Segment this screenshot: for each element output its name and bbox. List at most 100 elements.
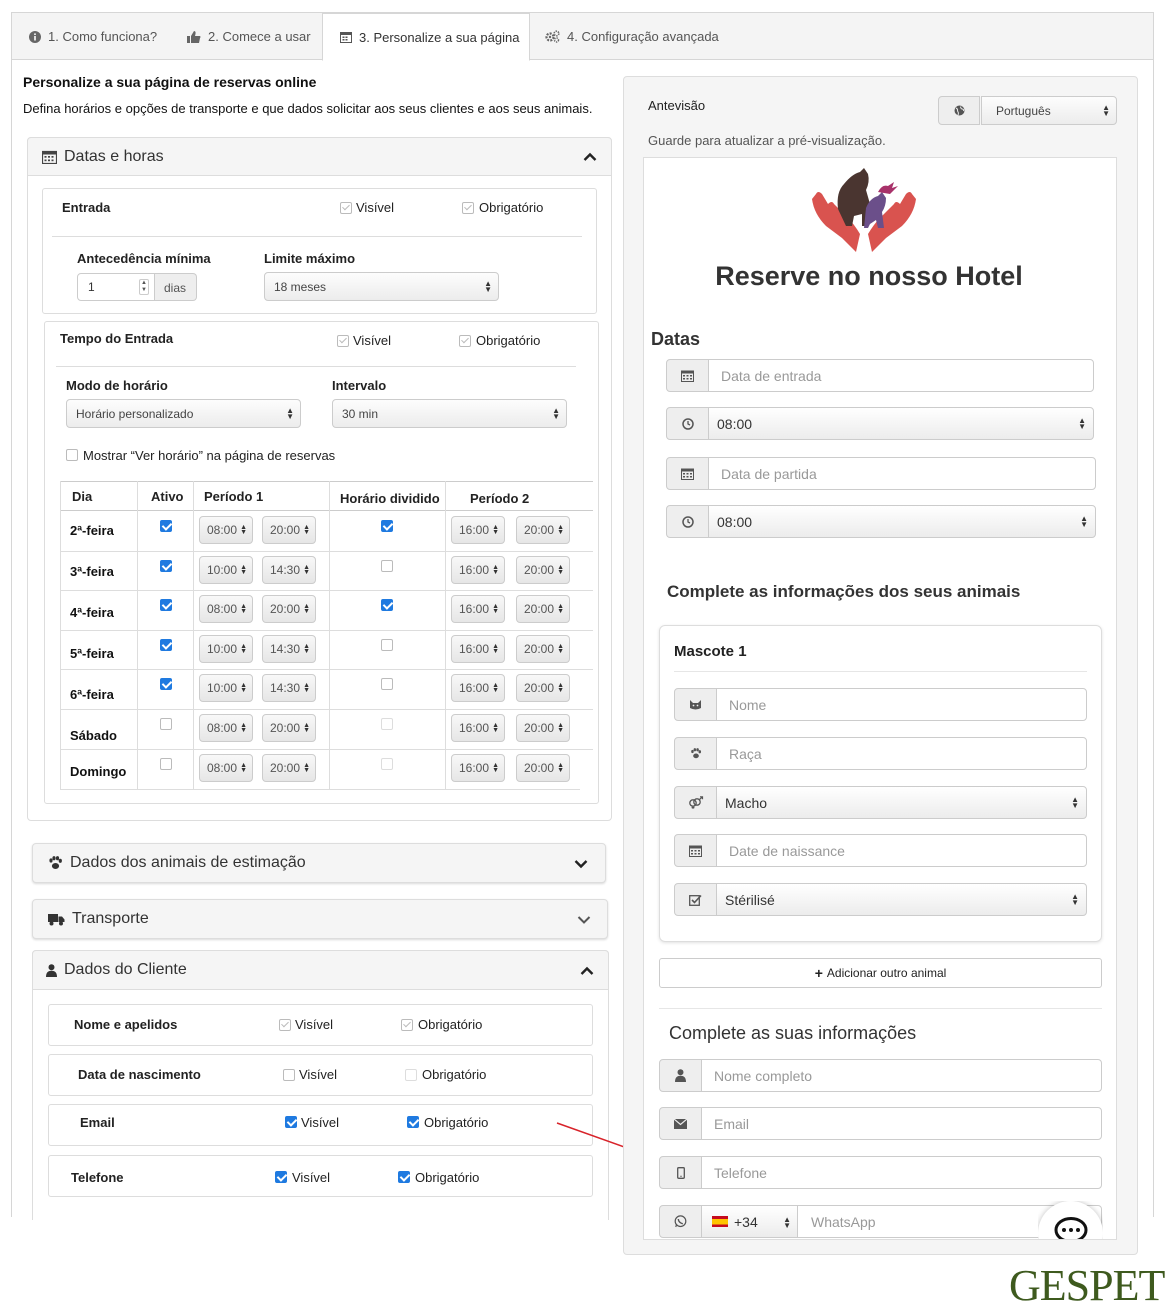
- tab-customize-page[interactable]: 3. Personalize a sua página: [322, 13, 530, 61]
- day-split-checkbox[interactable]: [381, 758, 393, 770]
- show-hours-checkbox[interactable]: [66, 449, 78, 461]
- day-active-checkbox[interactable]: [160, 520, 172, 532]
- client-field-visible-checkbox[interactable]: [279, 1019, 291, 1031]
- time-select-p2-end[interactable]: 20:00 ▲ ▼: [516, 556, 570, 584]
- gender-icon: [688, 796, 703, 809]
- tab-advanced-settings[interactable]: 4. Configuração avançada: [528, 13, 748, 60]
- email-input[interactable]: Email: [701, 1107, 1102, 1140]
- day-active-checkbox[interactable]: [160, 639, 172, 651]
- time-select-p2-start[interactable]: 16:00 ▲ ▼: [451, 674, 505, 702]
- time-select-p2-start[interactable]: 16:00 ▲ ▼: [451, 556, 505, 584]
- checkin-time-select[interactable]: 08:00 ▲ ▼: [708, 407, 1094, 440]
- pet-name-input[interactable]: Nome: [716, 688, 1087, 721]
- tab-how-it-works[interactable]: 1. Como funciona?: [12, 13, 164, 60]
- language-select[interactable]: Português ▲ ▼: [981, 96, 1117, 125]
- interval-select[interactable]: 30 min ▲ ▼: [332, 399, 567, 428]
- max-limit-select[interactable]: 18 meses ▲ ▼: [264, 272, 499, 301]
- time-select-p1-end[interactable]: 20:00 ▲ ▼: [262, 516, 316, 544]
- time-select-p1-start[interactable]: 08:00 ▲ ▼: [199, 595, 253, 623]
- time-select-p1-end[interactable]: 20:00 ▲ ▼: [262, 595, 316, 623]
- time-select-p1-start[interactable]: 10:00 ▲ ▼: [199, 556, 253, 584]
- time-select-p2-start[interactable]: 16:00 ▲ ▼: [451, 635, 505, 663]
- pet-sterilized-select[interactable]: Stérilisé ▲ ▼: [716, 883, 1087, 916]
- client-panel-header[interactable]: Dados do Cliente: [32, 950, 609, 990]
- time-select-p2-start[interactable]: 16:00 ▲ ▼: [451, 714, 505, 742]
- client-field-visible-checkbox[interactable]: [275, 1171, 287, 1183]
- pets-panel-header[interactable]: Dados dos animais de estimação: [32, 843, 606, 883]
- time-select-p1-end[interactable]: 14:30 ▲ ▼: [262, 635, 316, 663]
- time-required-checkbox[interactable]: [459, 335, 471, 347]
- time-select-p1-end[interactable]: 14:30 ▲ ▼: [262, 556, 316, 584]
- client-field-required-checkbox[interactable]: [405, 1069, 417, 1081]
- pet-breed-input[interactable]: Raça: [716, 737, 1087, 770]
- email-addon: [659, 1107, 702, 1140]
- time-select-p2-start[interactable]: 16:00 ▲ ▼: [451, 516, 505, 544]
- time-select-p1-end[interactable]: 20:00 ▲ ▼: [262, 754, 316, 782]
- time-select-p2-start[interactable]: 16:00 ▲ ▼: [451, 595, 505, 623]
- time-select-p2-end[interactable]: 20:00 ▲ ▼: [516, 754, 570, 782]
- client-field-visible-checkbox[interactable]: [285, 1116, 297, 1128]
- day-split-checkbox[interactable]: [381, 678, 393, 690]
- time-select-p1-start[interactable]: 08:00 ▲ ▼: [199, 714, 253, 742]
- time-select-p2-start[interactable]: 16:00 ▲ ▼: [451, 754, 505, 782]
- tab-get-started[interactable]: 2. Comece a usar: [170, 13, 322, 60]
- pet-birth-input[interactable]: Date de naissance: [716, 834, 1087, 867]
- client-field-required-checkbox[interactable]: [407, 1116, 419, 1128]
- col-line: [193, 481, 194, 789]
- chevron-up-icon[interactable]: [583, 152, 597, 161]
- time-select-p2-end[interactable]: 20:00 ▲ ▼: [516, 516, 570, 544]
- row-border: [60, 630, 593, 631]
- envelope-icon: [674, 1118, 687, 1129]
- day-active-checkbox[interactable]: [160, 678, 172, 690]
- time-select-p2-end[interactable]: 20:00 ▲ ▼: [516, 595, 570, 623]
- client-field-visible-checkbox[interactable]: [283, 1069, 295, 1081]
- row-border: [60, 709, 593, 710]
- client-field-required-checkbox[interactable]: [401, 1019, 413, 1031]
- stepper-arrows[interactable]: ▲ ▼: [139, 279, 149, 295]
- dial-code-select[interactable]: +34 ▲ ▼: [701, 1205, 798, 1238]
- mode-select[interactable]: Horário personalizado ▲ ▼: [66, 399, 301, 428]
- chevron-up-icon[interactable]: [580, 966, 594, 975]
- time-select-p2-end[interactable]: 20:00 ▲ ▼: [516, 674, 570, 702]
- show-hours-label: Mostrar “Ver horário” na página de reser…: [83, 448, 336, 463]
- day-split-checkbox[interactable]: [381, 639, 393, 651]
- time-select-p1-end[interactable]: 14:30 ▲ ▼: [262, 674, 316, 702]
- client-field-required-checkbox[interactable]: [398, 1171, 410, 1183]
- day-split-checkbox[interactable]: [381, 560, 393, 572]
- table-header-border: [60, 510, 593, 511]
- max-limit-label: Limite máximo: [264, 251, 356, 266]
- phone-input[interactable]: Telefone: [701, 1156, 1102, 1189]
- day-active-checkbox[interactable]: [160, 560, 172, 572]
- time-select-p1-end[interactable]: 20:00 ▲ ▼: [262, 714, 316, 742]
- day-active-checkbox[interactable]: [160, 599, 172, 611]
- chat-icon: [1054, 1217, 1088, 1239]
- chevron-down-icon[interactable]: [574, 860, 588, 869]
- day-active-checkbox[interactable]: [160, 758, 172, 770]
- add-animal-button[interactable]: + Adicionar outro animal: [659, 958, 1102, 988]
- header-period-1: Período 1: [204, 489, 264, 504]
- transport-panel-header[interactable]: Transporte: [32, 899, 608, 939]
- entrada-required-checkbox[interactable]: [462, 202, 474, 214]
- time-select-p1-start[interactable]: 10:00 ▲ ▼: [199, 635, 253, 663]
- time-visible-checkbox[interactable]: [337, 335, 349, 347]
- entrada-visible-checkbox[interactable]: [340, 202, 352, 214]
- time-select-p2-end[interactable]: 20:00 ▲ ▼: [516, 714, 570, 742]
- fullname-input[interactable]: Nome completo: [701, 1059, 1102, 1092]
- time-select-p1-start[interactable]: 08:00 ▲ ▼: [199, 516, 253, 544]
- calendar-icon: [340, 32, 352, 43]
- checkout-time-select[interactable]: 08:00 ▲ ▼: [708, 505, 1096, 538]
- min-advance-input[interactable]: 1 ▲ ▼: [77, 273, 155, 301]
- day-split-checkbox[interactable]: [381, 599, 393, 611]
- day-active-checkbox[interactable]: [160, 718, 172, 730]
- checkin-date-input[interactable]: Data de entrada: [708, 359, 1094, 392]
- day-split-checkbox[interactable]: [381, 718, 393, 730]
- pet-sex-select[interactable]: Macho ▲ ▼: [716, 786, 1087, 819]
- dates-panel-header[interactable]: Datas e horas: [27, 137, 612, 176]
- checkout-date-input[interactable]: Data de partida: [708, 457, 1096, 490]
- chevron-down-icon[interactable]: [577, 916, 591, 925]
- time-select-p2-end[interactable]: 20:00 ▲ ▼: [516, 635, 570, 663]
- day-split-checkbox[interactable]: [381, 520, 393, 532]
- time-select-p1-start[interactable]: 10:00 ▲ ▼: [199, 674, 253, 702]
- time-select-p1-start[interactable]: 08:00 ▲ ▼: [199, 754, 253, 782]
- chat-widget[interactable]: [1038, 1201, 1103, 1239]
